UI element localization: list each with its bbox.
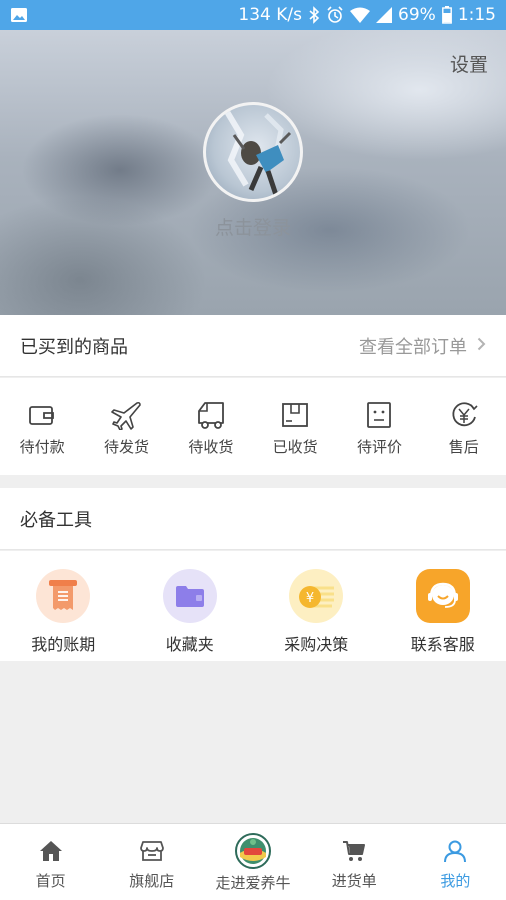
box-icon — [278, 400, 312, 430]
tool-label: 联系客服 — [410, 635, 475, 654]
order-pending-receipt[interactable]: 待收货 — [169, 378, 253, 475]
tool-purchase-decision[interactable]: ¥ 采购决策 — [253, 551, 380, 661]
view-all-orders-link[interactable]: 查看全部订单 — [359, 333, 486, 359]
nav-label: 我的 — [440, 872, 471, 890]
gallery-icon — [10, 7, 28, 23]
tool-my-billing[interactable]: 我的账期 — [0, 551, 127, 661]
headset-icon — [415, 569, 470, 623]
order-pending-shipment[interactable]: 待发货 — [84, 378, 168, 475]
folder-icon — [162, 569, 217, 623]
tool-contact-service[interactable]: 联系客服 — [380, 551, 506, 661]
orders-header: 已买到的商品 查看全部订单 — [0, 315, 506, 377]
order-label: 待收货 — [188, 438, 234, 456]
nav-label: 旗舰店 — [129, 872, 175, 890]
order-after-sales[interactable]: 售后 — [422, 378, 506, 475]
settings-button[interactable]: 设置 — [450, 50, 488, 77]
orders-title: 已买到的商品 — [20, 336, 128, 358]
order-received[interactable]: 已收货 — [253, 378, 337, 475]
tools-row: 我的账期 收藏夹 ¥ 采购决策 联系客服 — [0, 551, 506, 661]
order-label: 待发货 — [103, 438, 149, 456]
nav-purchase-list[interactable]: 进货单 — [304, 824, 405, 900]
airplane-icon — [109, 400, 143, 430]
avatar[interactable] — [203, 102, 303, 202]
network-speed: 134 K/s — [238, 5, 303, 25]
profile-header: 设置 点击登录 — [0, 30, 506, 315]
battery-icon — [441, 6, 452, 24]
nav-label: 首页 — [35, 872, 66, 890]
review-icon — [362, 400, 396, 430]
signal-icon — [376, 7, 393, 23]
view-all-orders-label: 查看全部订单 — [359, 336, 467, 358]
order-pending-review[interactable]: 待评价 — [337, 378, 421, 475]
bluetooth-icon — [308, 6, 320, 24]
nav-label: 走进爱养牛 — [215, 874, 291, 892]
nav-mine[interactable]: 我的 — [405, 824, 506, 900]
yen-refund-icon — [447, 400, 481, 430]
nav-flagship-store[interactable]: 旗舰店 — [101, 824, 202, 900]
store-icon — [139, 838, 164, 864]
logo-icon — [235, 833, 271, 869]
status-bar: 134 K/s 69% 1:15 — [0, 0, 506, 30]
tool-label: 采购决策 — [284, 635, 349, 654]
nav-brand[interactable]: 走进爱养牛 — [202, 824, 303, 900]
wifi-icon — [350, 7, 371, 23]
receipt-icon — [36, 569, 91, 623]
login-link[interactable]: 点击登录 — [0, 213, 506, 240]
order-label: 已收货 — [272, 438, 318, 456]
truck-icon — [194, 400, 228, 430]
chevron-right-icon — [477, 335, 486, 356]
person-icon — [443, 838, 467, 864]
order-status-row: 待付款 待发货 待收货 已收货 待评价 售后 — [0, 378, 506, 475]
alarm-icon — [326, 6, 344, 24]
cart-icon — [342, 838, 366, 864]
order-label: 待付款 — [19, 438, 65, 456]
battery-percent: 69% — [398, 5, 436, 25]
order-label: 待评价 — [356, 438, 402, 456]
nav-home[interactable]: 首页 — [0, 824, 101, 900]
svg-text:¥: ¥ — [306, 591, 314, 606]
order-label: 售后 — [448, 438, 479, 456]
order-pending-payment[interactable]: 待付款 — [0, 378, 84, 475]
tool-favorites[interactable]: 收藏夹 — [127, 551, 254, 661]
wallet-icon — [25, 400, 59, 430]
tool-label: 我的账期 — [31, 635, 96, 654]
home-icon — [39, 838, 63, 864]
coin-icon: ¥ — [289, 569, 344, 623]
tools-title: 必备工具 — [20, 509, 92, 531]
bottom-nav: 首页 旗舰店 走进爱养牛 进货单 我的 — [0, 823, 506, 900]
tool-label: 收藏夹 — [165, 635, 214, 654]
tools-header: 必备工具 — [0, 488, 506, 550]
clock: 1:15 — [457, 5, 496, 25]
nav-label: 进货单 — [331, 872, 377, 890]
